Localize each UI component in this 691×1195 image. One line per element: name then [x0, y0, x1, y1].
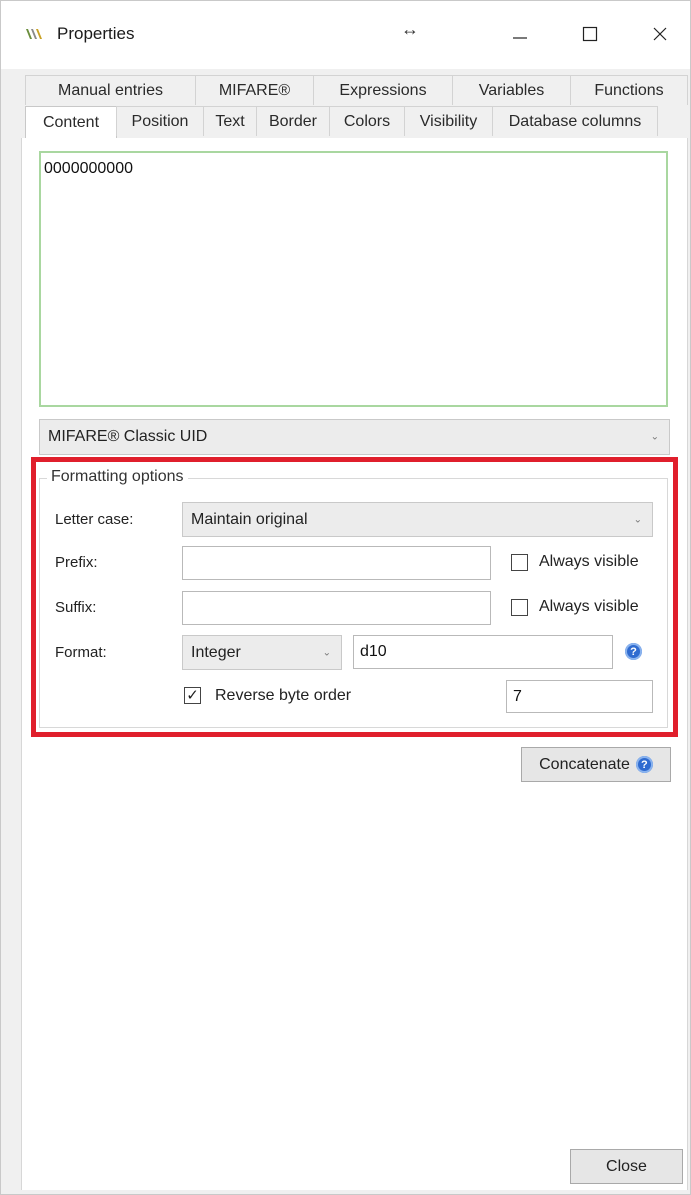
window-title: Properties	[57, 24, 135, 43]
minimize-icon	[513, 37, 527, 39]
tab-colors[interactable]: Colors	[329, 106, 405, 136]
suffix-input[interactable]	[182, 591, 491, 625]
format-label: Format:	[55, 644, 107, 661]
close-window-button[interactable]	[637, 15, 683, 53]
suffix-always-visible-checkbox[interactable]	[511, 599, 528, 616]
prefix-input[interactable]	[182, 546, 491, 580]
content-source-select[interactable]: MIFARE® Classic UID ⌄	[39, 419, 670, 455]
letter-case-value: Maintain original	[191, 510, 308, 528]
concatenate-button[interactable]: Concatenate ?	[521, 747, 671, 782]
chevron-down-icon: ⌄	[633, 514, 642, 525]
tab-manual-entries[interactable]: Manual entries	[25, 75, 196, 105]
tab-visibility[interactable]: Visibility	[404, 106, 493, 136]
chevron-down-icon: ⌄	[322, 647, 331, 658]
minimize-button[interactable]	[497, 15, 543, 53]
close-button[interactable]: Close	[570, 1149, 683, 1184]
tab-expressions[interactable]: Expressions	[313, 75, 453, 105]
tab-content[interactable]: Content	[25, 106, 117, 138]
tab-border[interactable]: Border	[256, 106, 330, 136]
letter-case-label: Letter case:	[55, 511, 134, 528]
app-logo-icon	[26, 29, 42, 39]
close-icon	[653, 27, 667, 41]
tab-mifare[interactable]: MIFARE®	[195, 75, 314, 105]
tab-row-top: Manual entries MIFARE® Expressions Varia…	[25, 75, 688, 105]
prefix-always-visible-label[interactable]: Always visible	[539, 553, 639, 571]
tab-variables[interactable]: Variables	[452, 75, 571, 105]
help-icon[interactable]: ?	[625, 643, 642, 660]
letter-case-select[interactable]: Maintain original ⌄	[182, 502, 653, 537]
reverse-byte-count-input[interactable]: 7	[506, 680, 653, 713]
tab-database-columns[interactable]: Database columns	[492, 106, 658, 136]
tab-row-bottom: Content Position Text Border Colors Visi…	[25, 106, 658, 138]
concatenate-label: Concatenate	[539, 755, 630, 773]
tab-text[interactable]: Text	[203, 106, 257, 136]
maximize-icon	[582, 26, 598, 42]
help-icon: ?	[635, 756, 653, 773]
format-string-input[interactable]: d10	[353, 635, 613, 669]
suffix-label: Suffix:	[55, 599, 97, 616]
reverse-byte-order-checkbox[interactable]: ✓	[184, 687, 201, 704]
format-type-select[interactable]: Integer ⌄	[182, 635, 342, 670]
content-source-value: MIFARE® Classic UID	[48, 428, 208, 445]
formatting-options-title: Formatting options	[47, 468, 188, 486]
title-bar[interactable]: Properties ↔	[1, 1, 690, 69]
suffix-always-visible-label[interactable]: Always visible	[539, 598, 639, 616]
properties-window: Properties ↔ Manual entries MIFARE® Expr…	[0, 0, 691, 1195]
chevron-down-icon: ⌄	[650, 431, 659, 443]
tab-functions[interactable]: Functions	[570, 75, 688, 105]
reverse-byte-order-label[interactable]: Reverse byte order	[215, 687, 351, 705]
format-type-value: Integer	[191, 643, 241, 661]
tab-position[interactable]: Position	[116, 106, 204, 136]
prefix-always-visible-checkbox[interactable]	[511, 554, 528, 571]
content-value-textarea[interactable]: 0000000000	[39, 151, 668, 407]
prefix-label: Prefix:	[55, 554, 98, 571]
resize-arrows-icon[interactable]: ↔	[401, 19, 419, 40]
maximize-button[interactable]	[567, 15, 613, 53]
